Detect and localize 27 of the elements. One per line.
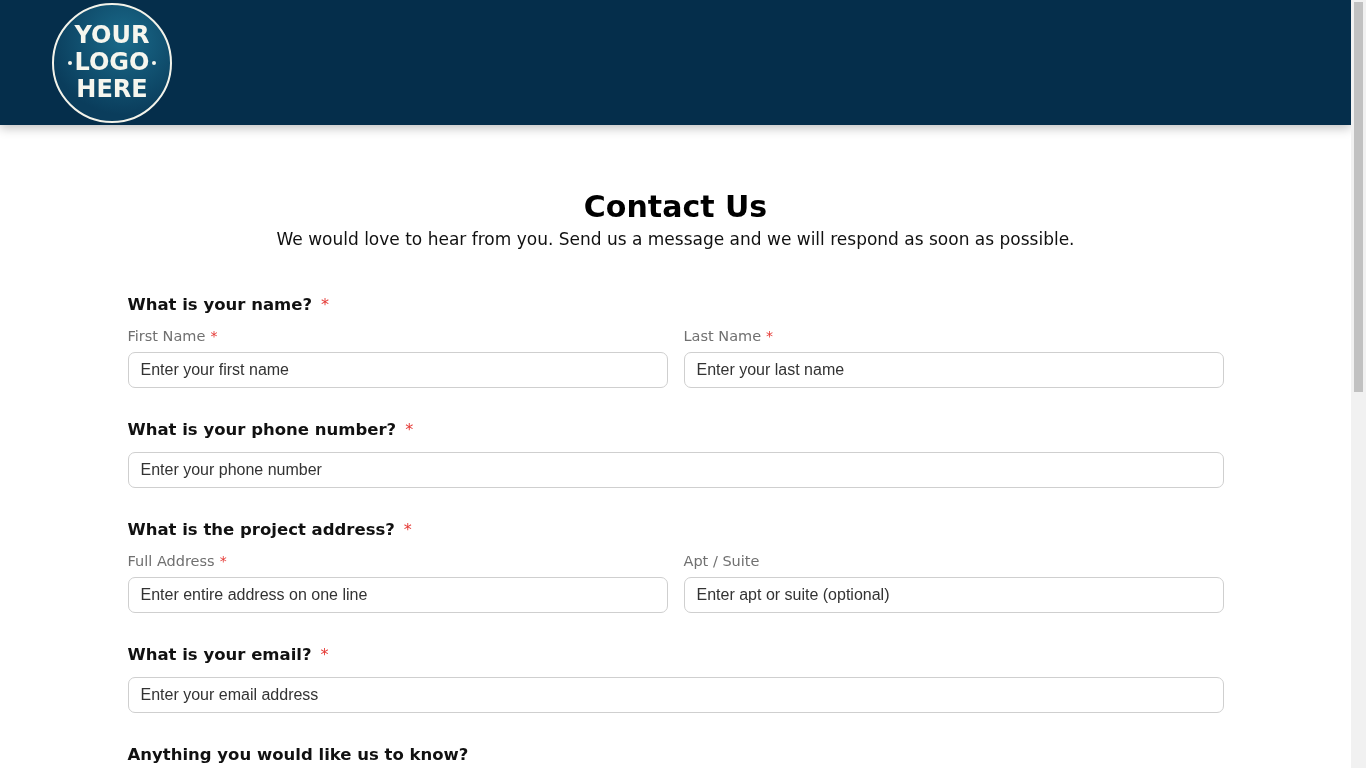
field-label: First Name [127, 328, 206, 344]
question-title: What is your phone number? [127, 420, 397, 439]
page-title: Contact Us [582, 189, 769, 225]
required-mark: * [320, 645, 329, 664]
input-field[interactable]: Enter your phone number [127, 452, 1224, 488]
logo: YOUR LOGO HERE [52, 2, 172, 123]
required-mark: * [403, 520, 412, 539]
scrollbar[interactable] [1351, 0, 1366, 768]
scrollbar-thumb[interactable] [1354, 2, 1363, 392]
field-label: Full Address [127, 553, 215, 569]
required-mark: * [766, 328, 774, 344]
input-field[interactable]: Enter your first name [127, 352, 668, 388]
required-mark: * [210, 328, 218, 344]
input-field[interactable]: Enter apt or suite (optional) [683, 577, 1224, 613]
input-field[interactable]: Enter your email address [127, 677, 1224, 713]
required-mark: * [219, 553, 227, 569]
field-label: Apt / Suite [683, 553, 760, 569]
page-subtitle: We would love to hear from you. Send us a message and we will respond as soon as possible. [275, 228, 1076, 251]
question-title: Anything you would like us to know? [127, 745, 469, 764]
input-field[interactable]: Enter your last name [683, 352, 1224, 388]
question-title: What is the project address? [127, 520, 395, 539]
required-mark: * [405, 420, 414, 439]
field-label: Last Name [683, 328, 762, 344]
required-mark: * [321, 295, 329, 314]
input-field[interactable]: Enter entire address on one line [127, 577, 668, 613]
question-title: What is your email? [127, 645, 312, 664]
question-title: What is your name? [127, 295, 312, 314]
